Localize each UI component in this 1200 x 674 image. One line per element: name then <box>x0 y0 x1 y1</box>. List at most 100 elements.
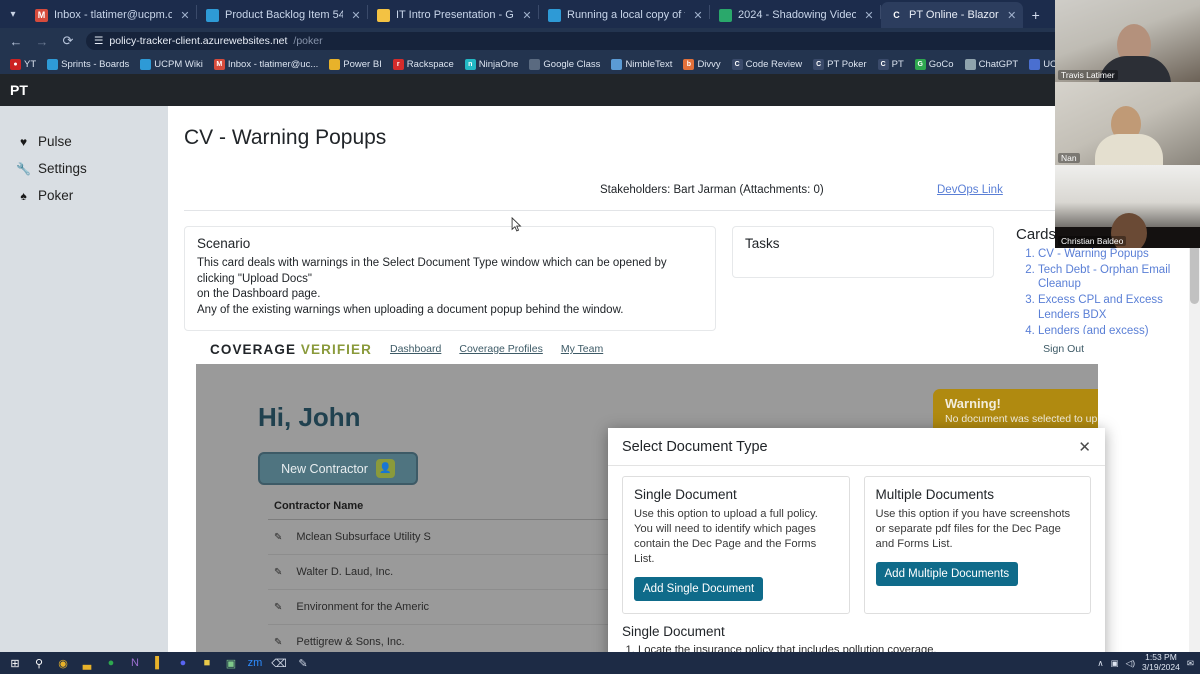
bookmark-favicon-icon: C <box>731 58 743 70</box>
bookmark-favicon-icon <box>47 58 59 70</box>
browser-tab[interactable]: C PT Online - Blazor ✕ <box>881 2 1023 28</box>
zoom-icon[interactable]: zm <box>245 654 265 672</box>
start-button[interactable]: ⊞ <box>5 654 25 672</box>
add-multiple-documents-button[interactable]: Add Multiple Documents <box>875 562 1019 586</box>
tab-label: IT Intro Presentation - Google S <box>396 9 514 21</box>
tab-close-icon[interactable]: ✕ <box>691 9 705 22</box>
bookmark-favicon-icon <box>964 58 976 70</box>
bookmark-item[interactable]: Sprints - Boards <box>43 58 133 71</box>
bookmark-item[interactable]: Power BI <box>325 58 386 71</box>
video-tile[interactable]: Travis Latimer <box>1055 0 1200 82</box>
bookmark-item[interactable]: C PT <box>874 58 908 71</box>
video-tile[interactable]: Nan <box>1055 82 1200 165</box>
cv-logo: COVERAGE VERIFIER <box>210 341 372 357</box>
bookmark-item[interactable]: ● YT <box>6 58 40 71</box>
new-contractor-button[interactable]: New Contractor 👤 <box>258 452 418 485</box>
tab-search-chevron-icon[interactable]: ▾ <box>0 0 26 28</box>
contractor-name-text: Mclean Subsurface Utility S <box>296 531 431 543</box>
close-icon[interactable]: ✕ <box>1078 438 1091 456</box>
bookmark-item[interactable]: b Divvy <box>679 58 724 71</box>
spotify-icon[interactable]: ● <box>101 654 121 672</box>
add-single-document-button[interactable]: Add Single Document <box>634 577 764 601</box>
bookmark-item[interactable]: G GoCo <box>911 58 958 71</box>
browser-tab[interactable]: 2024 - Shadowing Videos - Goo ✕ <box>710 2 880 28</box>
tab-close-icon[interactable]: ✕ <box>520 9 534 22</box>
address-bar[interactable]: ☰ policy-tracker-client.azurewebsites.ne… <box>86 32 1144 50</box>
tab-close-icon[interactable]: ✕ <box>862 9 876 22</box>
bookmark-item[interactable]: C Code Review <box>728 58 807 71</box>
power-bi-icon[interactable]: ▌ <box>149 654 169 672</box>
tab-close-icon[interactable]: ✕ <box>349 9 363 22</box>
sidebar-item-poker[interactable]: ♠ Poker <box>0 182 168 209</box>
notifications-icon[interactable]: ✉ <box>1187 658 1194 669</box>
windows-taskbar: ⊞ ⚲ ◉ ▃ ● N ▌ ● ■ ▣ zm ⌫ ✎ ∧ ▣ ◁) 1:53 PM 3/19/2024 … <box>0 652 1200 674</box>
bookmark-item[interactable]: C PT Poker <box>809 58 870 71</box>
app-brand[interactable]: PT <box>10 82 28 98</box>
edit-icon[interactable]: ✎ <box>274 532 282 543</box>
new-tab-button[interactable]: + <box>1023 2 1049 28</box>
back-icon[interactable]: ← <box>8 34 24 49</box>
photos-icon[interactable]: ▣ <box>221 654 241 672</box>
file-explorer-icon[interactable]: ▃ <box>77 654 97 672</box>
paint-icon[interactable]: ✎ <box>293 654 313 672</box>
sidebar: ♥ Pulse 🔧 Settings ♠ Poker <box>0 106 168 654</box>
modal-header: Select Document Type ✕ <box>608 428 1105 466</box>
bookmark-label: Sprints - Boards <box>61 58 130 70</box>
devops-link[interactable]: DevOps Link <box>937 184 1003 196</box>
sidebar-item-settings[interactable]: 🔧 Settings <box>0 155 168 182</box>
browser-tab[interactable]: Running a local copy of the dat ✕ <box>539 2 709 28</box>
app-topbar: PT <box>0 74 1200 106</box>
bookmark-item[interactable]: UCPM Wiki <box>136 58 207 71</box>
cv-nav-dashboard[interactable]: Dashboard <box>390 343 441 355</box>
search-icon[interactable]: ⚲ <box>29 654 49 672</box>
card-list-item[interactable]: Tech Debt - Orphan Email Cleanup <box>1038 263 1196 292</box>
reload-icon[interactable]: ⟳ <box>60 33 76 49</box>
card-list-item[interactable]: Excess CPL and Excess Lenders BDX <box>1038 293 1196 322</box>
browser-tab[interactable]: Product Backlog Item 54516: C ✕ <box>197 2 367 28</box>
bookmark-label: Divvy <box>697 58 721 70</box>
sticky-notes-icon[interactable]: ■ <box>197 654 217 672</box>
bookmark-item[interactable]: NimbleText <box>607 58 676 71</box>
tab-label: PT Online - Blazor <box>909 9 999 21</box>
discord-icon[interactable]: ● <box>173 654 193 672</box>
volume-icon[interactable]: ◁) <box>1126 658 1135 669</box>
edit-icon[interactable]: ✎ <box>274 602 282 613</box>
browser-tab[interactable]: IT Intro Presentation - Google S ✕ <box>368 2 538 28</box>
bookmark-item[interactable]: M Inbox - tlatimer@uc... <box>210 58 322 71</box>
browser-tab[interactable]: M Inbox - tlatimer@ucpm.com - U ✕ <box>26 2 196 28</box>
edit-icon[interactable]: ✎ <box>274 637 282 648</box>
chrome-icon[interactable]: ◉ <box>53 654 73 672</box>
cv-nav-my-team[interactable]: My Team <box>561 343 603 355</box>
terminal-icon[interactable]: ⌫ <box>269 654 289 672</box>
bookmark-favicon-icon <box>529 58 541 70</box>
site-info-icon[interactable]: ☰ <box>94 35 103 47</box>
edit-icon[interactable]: ✎ <box>274 567 282 578</box>
card-list-item[interactable]: CV - Warning Popups <box>1038 247 1196 262</box>
cv-nav-coverage-profiles[interactable]: Coverage Profiles <box>459 343 542 355</box>
bookmark-item[interactable]: n NinjaOne <box>461 58 523 71</box>
sidebar-item-pulse[interactable]: ♥ Pulse <box>0 128 168 155</box>
bookmark-item[interactable]: ChatGPT <box>961 58 1023 71</box>
bookmark-item[interactable]: Google Class <box>525 58 604 71</box>
bookmark-item[interactable]: r Rackspace <box>389 58 458 71</box>
sidebar-item-label: Poker <box>38 188 74 203</box>
bookmark-favicon-icon: C <box>813 58 825 70</box>
bookmark-favicon-icon: r <box>392 58 404 70</box>
google-drive-icon <box>719 8 732 22</box>
network-icon[interactable]: ▣ <box>1111 658 1119 669</box>
cv-sign-out[interactable]: Sign Out <box>1043 343 1084 355</box>
clock[interactable]: 1:53 PM 3/19/2024 <box>1142 653 1180 672</box>
forward-icon[interactable]: → <box>34 34 50 49</box>
web-page: PT ♥ Pulse 🔧 Settings ♠ Poker CV - Warning Po… <box>0 74 1200 654</box>
tab-close-icon[interactable]: ✕ <box>1005 9 1019 22</box>
tray-chevron-icon[interactable]: ∧ <box>1097 658 1103 669</box>
spade-icon: ♠ <box>20 188 27 203</box>
scenario-card: Scenario This card deals with warnings i… <box>184 226 716 332</box>
onenote-icon[interactable]: N <box>125 654 145 672</box>
participant-name: Christian Baldeo <box>1058 236 1127 246</box>
clock-date: 3/19/2024 <box>1142 662 1180 672</box>
video-tile[interactable]: Christian Baldeo <box>1055 165 1200 248</box>
google-slides-icon <box>377 8 390 22</box>
single-document-option: Single Document Use this option to uploa… <box>622 476 850 614</box>
tab-close-icon[interactable]: ✕ <box>178 9 192 22</box>
